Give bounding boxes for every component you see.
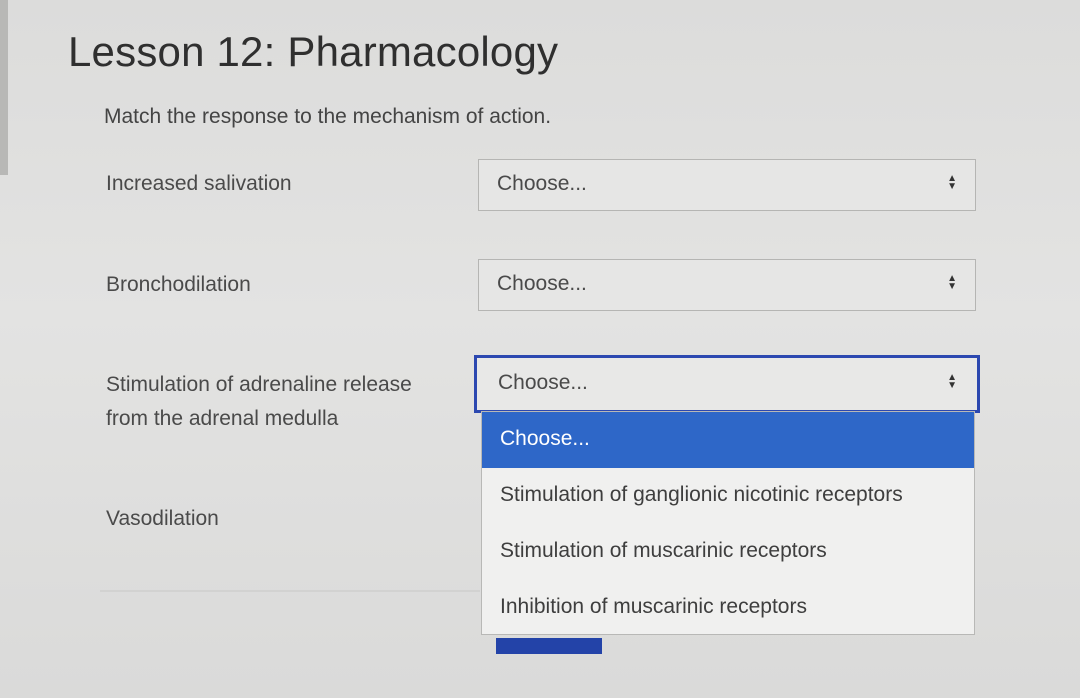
up-down-chevron-icon: ▲ ▼ (947, 273, 957, 292)
dropdown-option-ganglionic-nicotinic[interactable]: Stimulation of ganglionic nicotinic rece… (482, 468, 974, 524)
dropdown-option-inhibition-muscarinic[interactable]: Inhibition of muscarinic receptors (482, 580, 974, 636)
up-down-chevron-icon: ▲ ▼ (947, 173, 957, 192)
select-value: Choose... (497, 272, 587, 295)
answer-select-bronchodilation[interactable]: Choose... ▲ ▼ (478, 259, 976, 311)
question-label-bronchodilation: Bronchodilation (106, 273, 251, 296)
select-value: Choose... (498, 371, 588, 394)
question-label-adrenaline-release: Stimulation of adrenaline release from t… (106, 368, 456, 436)
select-value: Choose... (497, 172, 587, 195)
option-label: Choose... (500, 427, 590, 450)
question-label-line-2: from the adrenal medulla (106, 407, 339, 430)
question-label-increased-salivation: Increased salivation (106, 172, 292, 195)
divider (100, 590, 480, 592)
up-down-chevron-icon: ▲ ▼ (947, 372, 957, 391)
question-label-vasodilation: Vasodilation (106, 507, 219, 530)
option-label: Stimulation of muscarinic receptors (500, 539, 827, 562)
dropdown-option-choose[interactable]: Choose... (482, 412, 974, 468)
option-label: Inhibition of muscarinic receptors (500, 595, 807, 618)
page-title: Lesson 12: Pharmacology (68, 28, 559, 75)
instruction-text: Match the response to the mechanism of a… (104, 105, 552, 128)
answer-select-adrenaline-release[interactable]: Choose... ▲ ▼ (474, 355, 980, 413)
option-label: Stimulation of ganglionic nicotinic rece… (500, 483, 903, 506)
dropdown-list: Choose... Stimulation of ganglionic nico… (481, 411, 975, 635)
submit-button[interactable] (496, 638, 602, 654)
answer-select-increased-salivation[interactable]: Choose... ▲ ▼ (478, 159, 976, 211)
left-scroll-edge (0, 0, 8, 175)
dropdown-option-stimulation-muscarinic[interactable]: Stimulation of muscarinic receptors (482, 524, 974, 580)
quiz-page: Lesson 12: Pharmacology Match the respon… (0, 0, 1080, 698)
question-label-line-1: Stimulation of adrenaline release (106, 373, 412, 396)
